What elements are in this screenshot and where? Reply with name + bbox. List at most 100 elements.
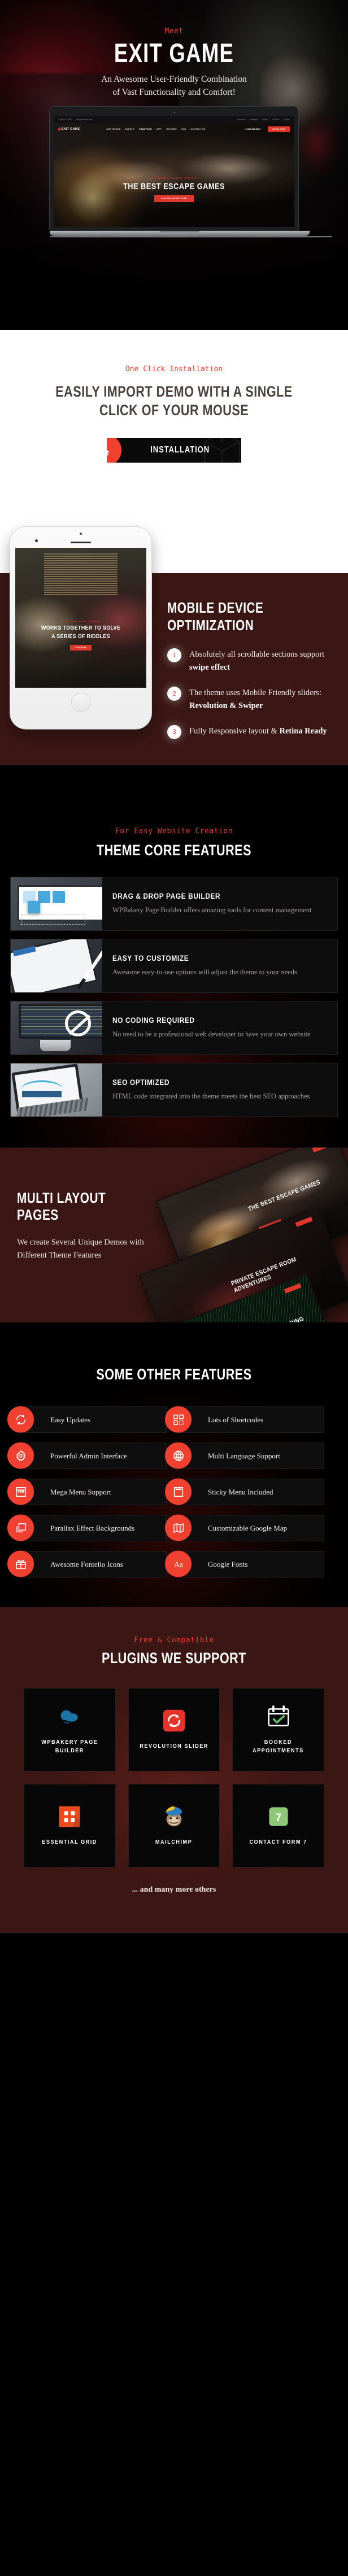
preview-menu-item-gift[interactable]: GIFT (156, 128, 162, 130)
laptop-camera (173, 112, 175, 114)
feature-thumbnail (11, 877, 102, 930)
social-link-twitter[interactable]: Twitter (262, 118, 268, 121)
website-preview: An Alternative Leisure Activity! THE BES… (54, 116, 294, 227)
feature-card: DRAG & DROP PAGE BUILDER WPBakery Page B… (10, 876, 338, 931)
plugin-name: CONTACT FORM 7 (249, 1839, 307, 1846)
installation-button[interactable]: INSTALLATION (107, 437, 241, 463)
mega-menu-icon (7, 1478, 34, 1505)
feature-tile-multi-language[interactable]: Multi Language Support (165, 1442, 324, 1469)
map-icon (165, 1514, 192, 1541)
multi-layout-section: THE BEST ESCAPE GAMES PRIVATE ESCAPE ROO… (0, 1147, 348, 1322)
preview-phone-number[interactable]: +1 800-525-4567 (244, 128, 260, 130)
core-title: THEME CORE FEATURES (97, 841, 251, 859)
core-heading-block: For Easy Website Creation THEME CORE FEA… (0, 827, 348, 860)
mobile-title: MOBILE DEVICE OPTIMIZATION (167, 599, 303, 634)
mobile-title-line-2: OPTIMIZATION (167, 616, 254, 634)
preview-logo-text: EXIT GAME (62, 128, 80, 131)
multi-layout-title-line-1: MULTI LAYOUT (17, 1189, 106, 1206)
phone-home-button[interactable] (71, 692, 90, 712)
feature-tile-fontello-icons[interactable]: Awesome Fontello Icons (7, 1550, 167, 1577)
preview-menu-item-reviews[interactable]: REVIEWS (166, 128, 177, 130)
list-item: 1 Absolutely all scrollable sections sup… (167, 648, 337, 674)
feature-body: NO CODING REQUIRED No need to be a profe… (102, 1001, 337, 1054)
plugin-name: REVOLUTION SLIDER (140, 1743, 208, 1750)
social-link-googleplus[interactable]: Google+ (283, 118, 290, 121)
preview-menu-item-faq[interactable]: FAQ (181, 128, 186, 130)
phone-slide-button[interactable]: PLAY NOW (69, 644, 92, 650)
feature-text: WPBakery Page Builder offers amazing too… (112, 905, 312, 914)
list-number-badge: 3 (167, 724, 181, 739)
install-title-line-2: CLICK OF YOUR MOUSE (99, 401, 249, 419)
imac-code-thumb-icon (11, 1001, 102, 1054)
preview-menu-item-contact[interactable]: CONTACT US (190, 128, 205, 130)
plugin-card-essential-grid[interactable]: ESSENTIAL GRID (24, 1783, 116, 1867)
feature-body: SEO OPTIMIZED HTML code integrated into … (102, 1063, 337, 1116)
feature-tile-shortcodes[interactable]: Lots of Shortcodes (165, 1406, 324, 1433)
preview-book-now-button[interactable]: BOOK NOW (268, 126, 290, 133)
feature-tile-parallax[interactable]: Parallax Effect Backgrounds (7, 1514, 167, 1541)
feature-thumbnail (11, 1063, 102, 1116)
laptop-shadow (50, 236, 332, 239)
preview-slide-button[interactable]: CHOOSE ADVENTURE (154, 195, 194, 203)
feature-heading: SEO OPTIMIZED (112, 1078, 170, 1087)
feature-tile-label: Parallax Effect Backgrounds (50, 1523, 135, 1532)
plugin-card-wpbakery[interactable]: WPBAKERY PAGE BUILDER (24, 1687, 116, 1771)
feature-tile-sticky-menu[interactable]: Sticky Menu Included (165, 1478, 324, 1505)
preview-slide-overlay (54, 123, 294, 227)
multi-layout-description: We create Several Unique Demos with Diff… (17, 1238, 144, 1260)
list-item: 2 The theme uses Mobile Friendly sliders… (167, 687, 337, 713)
feature-heading: DRAG & DROP PAGE BUILDER (112, 891, 221, 900)
mobile-optimization-section: Whole Team Works Together WORKS TOGETHER… (0, 498, 348, 798)
preview-logo[interactable]: EXIT GAME (57, 127, 80, 131)
theme-core-features-section: For Easy Website Creation THEME CORE FEA… (0, 797, 348, 1294)
social-link-facebook[interactable]: Facebook (237, 118, 246, 121)
click-cursor-icon (107, 437, 122, 463)
plugin-card-contact-form-7[interactable]: 7 CONTACT FORM 7 (232, 1783, 324, 1867)
social-link-youtube[interactable]: YouTube (272, 118, 279, 121)
preview-slider: An Alternative Leisure Activity! THE BES… (54, 123, 294, 227)
phone-body: Whole Team Works Together WORKS TOGETHER… (10, 526, 151, 729)
feature-tile-admin-interface[interactable]: Powerful Admin Interface (7, 1442, 167, 1469)
install-kicker: One Click Installation (125, 365, 223, 373)
plugin-name: MAILCHIMP (155, 1839, 193, 1846)
preview-menu-item-rooms[interactable]: OUR ROOMS (106, 128, 120, 130)
multi-layout-copy: MULTI LAYOUT PAGES We create Several Uni… (17, 1189, 147, 1263)
plugins-title: PLUGINS WE SUPPORT (102, 1649, 246, 1667)
feature-heading: NO CODING REQUIRED (112, 1016, 195, 1025)
feature-tile-google-fonts[interactable]: Aa Google Fonts (165, 1550, 324, 1577)
preview-topbar-phone: +1 800-123-4567 (58, 118, 72, 121)
feature-tile-easy-updates[interactable]: Easy Updates (7, 1406, 167, 1433)
install-title-line-1: EASILY IMPORT DEMO WITH A SINGLE (55, 383, 293, 400)
plugin-card-revolution-slider[interactable]: REVOLUTION SLIDER (128, 1687, 220, 1771)
social-link-instagram[interactable]: Instagram (250, 118, 258, 121)
preview-menu-item-events[interactable]: EVENTS (125, 128, 134, 130)
install-button-wrapper: INSTALLATION (0, 437, 348, 463)
multi-layout-title-line-2: PAGES (17, 1206, 59, 1224)
feature-text: HTML code integrated into the theme meet… (112, 1092, 310, 1100)
feature-tile-mega-menu[interactable]: Mega Menu Support (7, 1478, 167, 1505)
laptop-widgets-thumb-icon (11, 877, 102, 930)
feature-text: No need to be a professional web develop… (112, 1030, 311, 1038)
preview-navbar: EXIT GAME OUR ROOMS EVENTS HOMEPAGE GIFT… (54, 123, 294, 135)
plugins-section: Free & Compatible PLUGINS WE SUPPORT WPB… (0, 1606, 348, 1934)
feature-tile-label: Lots of Shortcodes (208, 1415, 264, 1424)
calendar-check-logo-icon (266, 1704, 291, 1730)
feature-tile-label: Powerful Admin Interface (50, 1451, 127, 1460)
typography-aa-icon: Aa (165, 1550, 192, 1577)
phone-slide-title-1: WORKS TOGETHER TO SOLVE (41, 625, 121, 631)
hero-section: Meet EXIT GAME An Awesome User-Friendly … (0, 0, 348, 330)
preview-menu-item-homepage[interactable]: HOMEPAGE (139, 128, 152, 130)
phone-slide-text: Whole Team Works Together WORKS TOGETHER… (15, 621, 146, 651)
feature-card: NO CODING REQUIRED No need to be a profe… (10, 1000, 338, 1055)
plugins-kicker: Free & Compatible (134, 1636, 214, 1645)
plugin-card-mailchimp[interactable]: MAILCHIMP (128, 1783, 220, 1867)
feature-tile-google-map[interactable]: Customizable Google Map (165, 1514, 324, 1541)
feature-tile-label: Google Fonts (208, 1559, 248, 1568)
feature-thumbnail (11, 939, 102, 992)
mobile-feature-list: 1 Absolutely all scrollable sections sup… (167, 648, 337, 739)
phone-screen: Whole Team Works Together WORKS TOGETHER… (15, 547, 146, 688)
svg-text:Aa: Aa (173, 1560, 182, 1568)
tablet-analytics-thumb-icon (11, 1063, 102, 1116)
wpbakery-logo-icon (56, 1704, 82, 1730)
plugin-card-booked-appointments[interactable]: BOOKED APPOINTMENTS (232, 1687, 324, 1771)
